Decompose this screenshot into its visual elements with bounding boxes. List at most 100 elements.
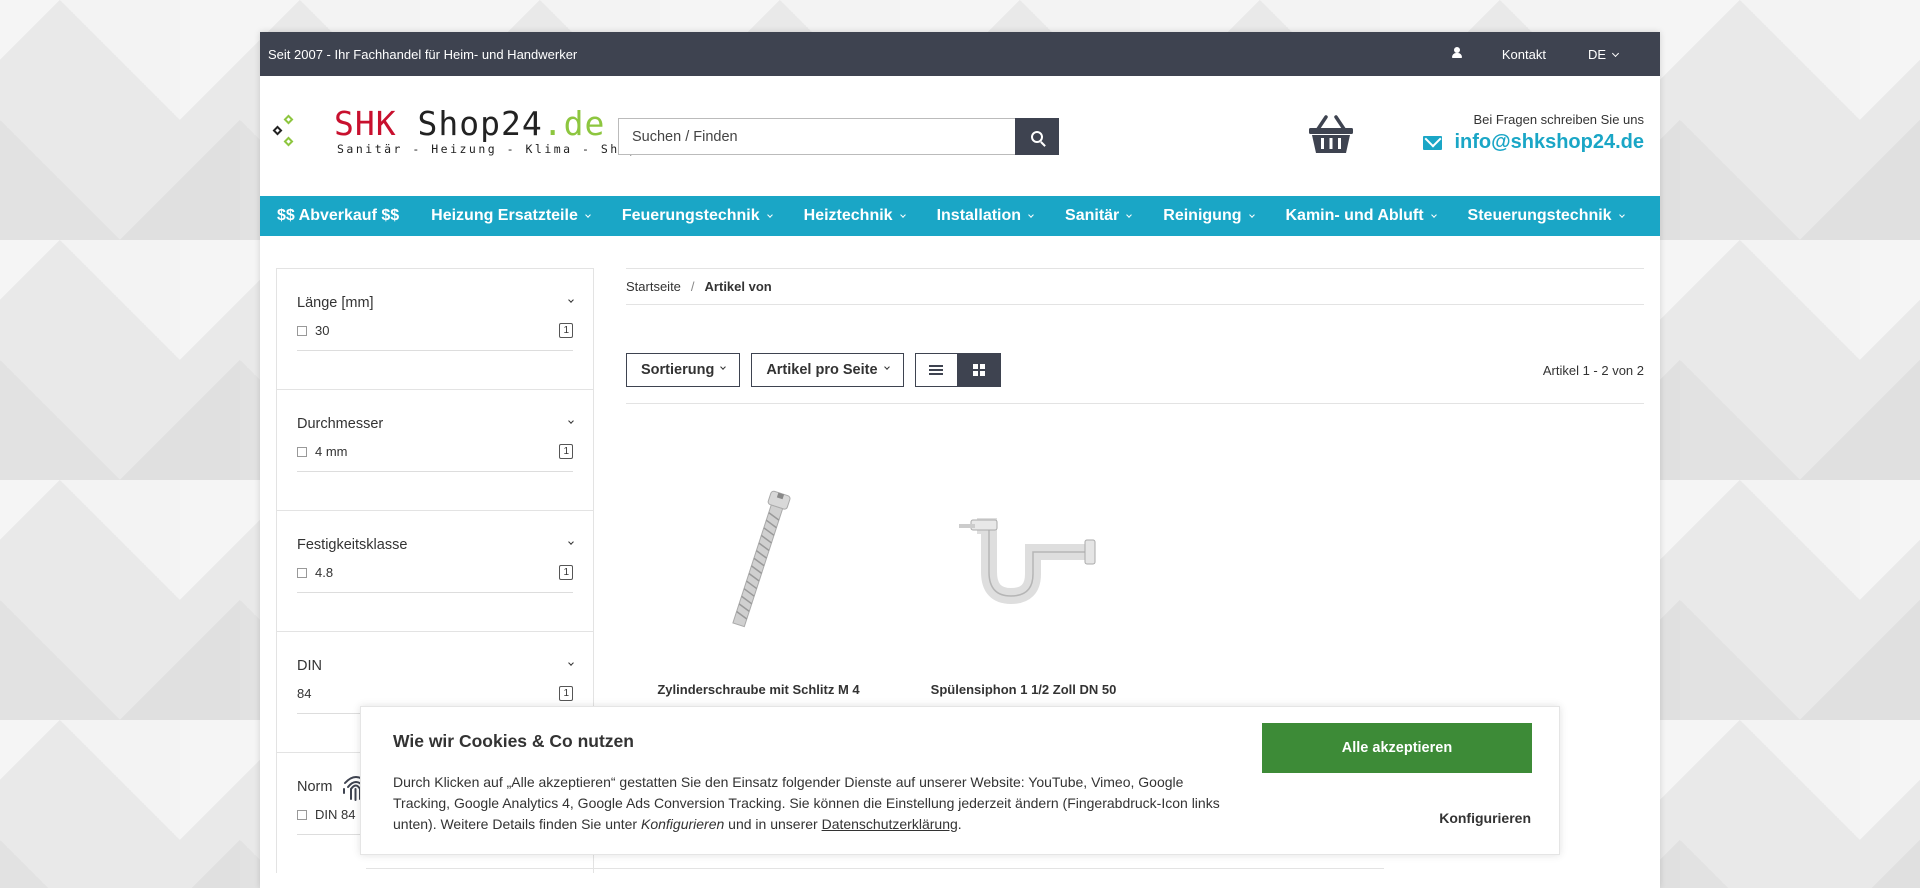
sort-dropdown[interactable]: Sortierung <box>626 353 741 387</box>
list-view-button[interactable] <box>914 353 958 387</box>
nav-item-label: $$ Abverkauf $$ <box>277 207 400 224</box>
filter-option[interactable]: 4 mm 1 <box>297 444 573 472</box>
checkbox[interactable] <box>297 567 307 578</box>
nav-item-label: Feuerungstechnik <box>621 207 760 224</box>
grid-icon <box>973 364 986 376</box>
search-button[interactable] <box>1015 118 1059 155</box>
breadcrumb-current: Artikel von <box>704 279 772 294</box>
nav-item-installation[interactable]: Installation <box>936 207 1034 225</box>
cookie-text-part: und in unserer <box>724 816 822 832</box>
filter-title: Länge [mm] <box>297 295 374 311</box>
main-content: Startseite / Artikel von Sortierung Arti… <box>626 268 1644 697</box>
contact-box: Bei Fragen schreiben Sie uns info@shksho… <box>1423 112 1644 154</box>
breadcrumb-home[interactable]: Startseite <box>626 279 681 294</box>
search-icon <box>1031 130 1043 143</box>
chevron-down-icon <box>585 212 591 218</box>
breadcrumb: Startseite / Artikel von <box>626 268 1644 305</box>
list-icon <box>929 365 944 375</box>
filter-header[interactable]: Durchmesser <box>297 416 574 432</box>
chevron-down-icon <box>1611 49 1620 57</box>
nav-item-label: Reinigung <box>1163 207 1242 224</box>
basket-icon <box>1309 115 1353 153</box>
filter-option-label: 4.8 <box>315 565 334 580</box>
filter-festigkeitsklasse: Festigkeitsklasse 4.8 1 <box>276 510 594 631</box>
account-button[interactable] <box>1442 46 1472 62</box>
privacy-policy-link[interactable]: Datenschutzerklärung <box>822 816 958 832</box>
filter-option-label: 4 mm <box>315 444 348 459</box>
logo-de: .de <box>542 104 606 143</box>
per-page-label: Artikel pro Seite <box>766 362 878 378</box>
chevron-down-icon <box>568 418 574 424</box>
logo-shop: Shop24 <box>417 104 543 143</box>
product-name[interactable]: Zylinderschraube mit Schlitz M 4 <box>626 682 891 697</box>
nav-item-reinigung[interactable]: Reinigung <box>1163 207 1255 225</box>
contact-label: Bei Fragen schreiben Sie uns <box>1473 112 1644 127</box>
product-toolbar: Sortierung Artikel pro Seite Artikel 1 -… <box>626 353 1644 404</box>
breadcrumb-separator: / <box>690 279 695 294</box>
filter-header[interactable]: DIN <box>297 658 574 674</box>
filter-count-badge: 1 <box>559 444 573 459</box>
nav-item-label: Sanitär <box>1065 207 1120 224</box>
cookie-title: Wie wir Cookies & Co nutzen <box>393 731 634 751</box>
product-card[interactable]: Spülensiphon 1 1/2 Zoll DN 50 <box>891 442 1156 697</box>
product-grid: Zylinderschraube mit Schlitz M 4 Spülens… <box>626 442 1644 697</box>
filter-option[interactable]: 30 1 <box>297 323 573 351</box>
nav-item-feuerungstechnik[interactable]: Feuerungstechnik <box>621 207 773 225</box>
filter-option[interactable]: 4.8 1 <box>297 565 573 593</box>
cookie-text-configure: Konfigurieren <box>641 816 725 832</box>
logo-subtitle: Sanitär - Heizung - Klima - Shop <box>337 142 639 156</box>
language-selector[interactable]: DE <box>1588 47 1620 62</box>
cookie-text: Durch Klicken auf „Alle akzeptieren“ ges… <box>393 772 1223 835</box>
sort-label: Sortierung <box>641 362 715 378</box>
checkbox[interactable] <box>297 325 307 336</box>
product-image[interactable] <box>891 442 1156 682</box>
filter-header[interactable]: Länge [mm] <box>297 295 574 311</box>
filter-option-label: 84 <box>297 686 312 701</box>
chevron-down-icon <box>720 364 727 370</box>
nav-item-label: Heizung Ersatzteile <box>431 207 578 224</box>
nav-item-steuerungstechnik[interactable]: Steuerungstechnik <box>1467 207 1625 225</box>
filter-laenge: Länge [mm] 30 1 <box>276 268 594 389</box>
logo-text: SHK Shop24.de Sanitär - Heizung - Klima … <box>334 104 639 157</box>
accept-all-button[interactable]: Alle akzeptieren <box>1262 723 1532 773</box>
tagline: Seit 2007 - Ihr Fachhandel für Heim- und… <box>268 46 578 62</box>
view-toggle <box>914 353 1001 387</box>
product-image[interactable] <box>626 442 891 682</box>
filter-title: Durchmesser <box>297 416 384 432</box>
product-name[interactable]: Spülensiphon 1 1/2 Zoll DN 50 <box>891 682 1156 697</box>
filter-title: Festigkeitsklasse <box>297 537 408 553</box>
product-card[interactable]: Zylinderschraube mit Schlitz M 4 <box>626 442 891 697</box>
user-icon <box>1451 46 1462 59</box>
nav-item-heiztechnik[interactable]: Heiztechnik <box>804 207 906 225</box>
cart-button[interactable] <box>1308 115 1354 155</box>
filter-count-badge: 1 <box>559 565 573 580</box>
site-logo[interactable]: SHK Shop24.de Sanitär - Heizung - Klima … <box>272 104 639 157</box>
siphon-image <box>958 518 1095 605</box>
grid-view-button[interactable] <box>957 353 1001 387</box>
chevron-down-icon <box>766 212 773 218</box>
logo-shk: SHK <box>334 104 397 143</box>
filter-title: Norm <box>297 779 333 795</box>
chevron-down-icon <box>568 297 574 303</box>
per-page-dropdown[interactable]: Artikel pro Seite <box>751 353 904 387</box>
divider <box>366 868 1384 869</box>
nav-item-label: Steuerungstechnik <box>1467 207 1612 224</box>
checkbox[interactable] <box>297 809 307 820</box>
nav-item-sanitaer[interactable]: Sanitär <box>1065 207 1133 225</box>
nav-item-kamin-abluft[interactable]: Kamin- und Abluft <box>1286 207 1437 225</box>
kontakt-link[interactable]: Kontakt <box>1502 47 1546 62</box>
search-form <box>618 118 1059 155</box>
chevron-down-icon <box>568 660 574 666</box>
nav-item-heizung-ersatzteile[interactable]: Heizung Ersatzteile <box>431 207 591 225</box>
search-input[interactable] <box>618 118 1015 155</box>
filter-header[interactable]: Festigkeitsklasse <box>297 537 574 553</box>
contact-email-link[interactable]: info@shkshop24.de <box>1423 131 1644 154</box>
chevron-down-icon <box>1248 212 1255 218</box>
configure-button[interactable]: Konfigurieren <box>1371 803 1531 833</box>
nav-item-label: Installation <box>936 207 1022 224</box>
envelope-icon <box>1423 135 1443 150</box>
nav-item-abverkauf[interactable]: $$ Abverkauf $$ <box>277 207 399 225</box>
chevron-down-icon <box>568 539 574 545</box>
checkbox[interactable] <box>297 446 307 457</box>
contact-email: info@shkshop24.de <box>1454 131 1644 153</box>
